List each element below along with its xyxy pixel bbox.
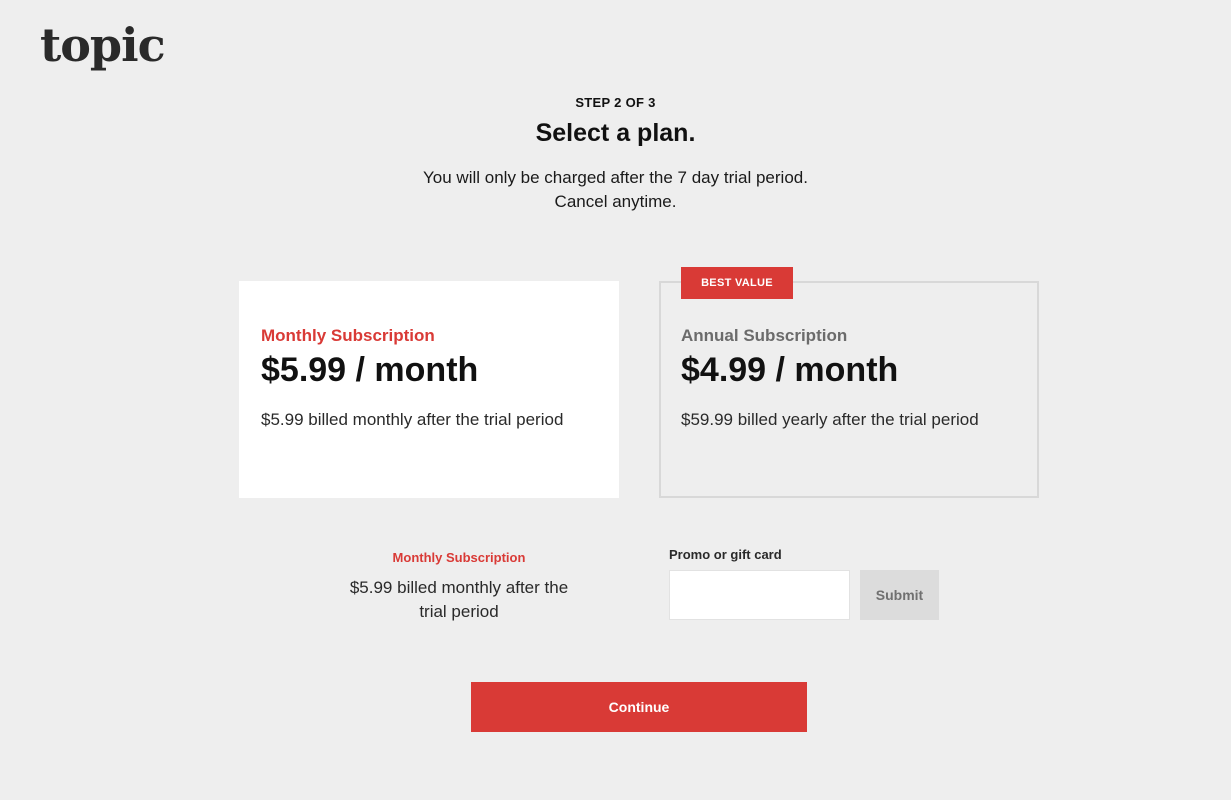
promo-label: Promo or gift card [669, 547, 782, 562]
page-title: Select a plan. [535, 119, 696, 147]
plan-card-monthly[interactable]: Monthly Subscription $5.99 / month $5.99… [239, 281, 619, 498]
best-value-badge: BEST VALUE [681, 267, 793, 299]
step-indicator: STEP 2 OF 3 [575, 95, 656, 110]
plan-description: $5.99 billed monthly after the trial per… [261, 410, 564, 429]
plan-description: $59.99 billed yearly after the trial per… [681, 410, 979, 429]
topic-logo[interactable]: topic [40, 22, 166, 68]
selected-plan-summary: Monthly Subscription $5.99 billed monthl… [339, 549, 579, 624]
continue-button[interactable]: Continue [471, 682, 807, 732]
summary-plan-description: $5.99 billed monthly after the trial per… [349, 578, 569, 621]
plan-price: $5.99 / month [261, 351, 479, 389]
plan-price: $4.99 / month [681, 351, 899, 389]
summary-plan-name: Monthly Subscription [392, 550, 526, 565]
plan-name: Annual Subscription [681, 326, 848, 345]
trial-notice: You will only be charged after the 7 day… [423, 168, 808, 211]
page-header: STEP 2 OF 3 Select a plan. You will only… [0, 94, 1231, 214]
plan-name: Monthly Subscription [261, 326, 435, 345]
promo-submit-button[interactable]: Submit [860, 570, 939, 620]
promo-code-input[interactable] [669, 570, 850, 620]
plan-card-annual[interactable]: BEST VALUE Annual Subscription $4.99 / m… [659, 267, 1039, 498]
